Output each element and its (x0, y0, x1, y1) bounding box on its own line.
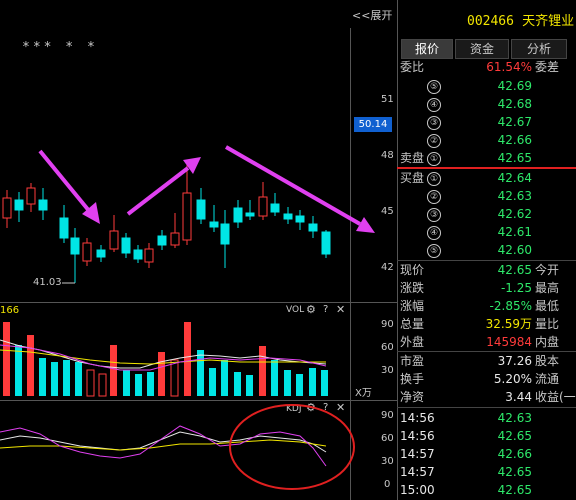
tick-row: 14:56 42.63 (397, 409, 576, 428)
tick-row: 14:56 42.65 (397, 427, 576, 446)
sell-row: ⑤ 42.69 (397, 77, 576, 96)
stat-label2: 内盘 (535, 335, 560, 349)
stat-label: 涨幅 (400, 299, 425, 313)
level-num: ② (427, 134, 441, 148)
sell-price: 42.65 (497, 151, 532, 165)
stat-label2: 收益(一 (535, 390, 576, 404)
sell-price: 42.68 (497, 97, 532, 111)
stat-row: 涨幅 -2.85% 最低 (397, 297, 576, 316)
stat-value: 3.44 (505, 390, 532, 404)
stat-label2: 股本 (535, 354, 560, 368)
tick-time: 14:57 (400, 447, 435, 461)
section-divider (397, 407, 576, 408)
level-num: ④ (427, 226, 441, 240)
tick-row: 14:57 42.65 (397, 463, 576, 482)
sell-price: 42.66 (497, 133, 532, 147)
sell-price: 42.69 (497, 79, 532, 93)
level-num: ③ (427, 208, 441, 222)
annotation-circle (229, 404, 355, 490)
weibi-row: 委比 61.54% 委差 (397, 58, 576, 77)
buy-price: 42.64 (497, 171, 532, 185)
tab-funds[interactable]: 资金 (455, 39, 509, 59)
stat-row: 外盘 145984 内盘 (397, 333, 576, 352)
stock-code: 002466 (467, 14, 514, 29)
weibi-label: 委比 (400, 60, 425, 74)
buy-row: ③ 42.62 (397, 205, 576, 224)
stat-label: 净资 (400, 390, 425, 404)
stat-value: 145984 (486, 335, 532, 349)
level-num: ② (427, 190, 441, 204)
buy-price: 42.62 (497, 207, 532, 221)
tick-price: 42.66 (497, 447, 532, 461)
tick-time: 14:56 (400, 429, 435, 443)
stat-label: 涨跌 (400, 281, 425, 295)
sell-price: 42.67 (497, 115, 532, 129)
stat-row: 市盈 37.26 股本 (397, 352, 576, 371)
tick-row: 14:57 42.66 (397, 445, 576, 464)
trend-arrows (38, 145, 375, 233)
stat-label: 换手 (400, 372, 425, 386)
buy-row: 买盘 ① 42.64 (397, 169, 576, 188)
buy-price: 42.63 (497, 189, 532, 203)
stat-row: 涨跌 -1.25 最高 (397, 279, 576, 298)
quote-panel: 002466 天齐锂业 报价 资金 分析 委比 61.54% 委差 ⑤ 42.6… (397, 0, 576, 500)
stat-label: 外盘 (400, 335, 425, 349)
buy-row: ⑤ 42.60 (397, 241, 576, 260)
tick-price: 42.65 (497, 465, 532, 479)
stat-label: 市盈 (400, 354, 425, 368)
kdj-lines (0, 425, 327, 467)
tick-price: 42.65 (497, 429, 532, 443)
stat-value: 5.20% (493, 372, 532, 386)
sell-row: 卖盘 ① 42.65 (397, 149, 576, 168)
stat-value: 32.59万 (485, 317, 532, 331)
stat-label2: 流通 (535, 372, 560, 386)
level-num: ① (427, 152, 441, 166)
stat-value: -1.25 (500, 281, 532, 295)
buy-price: 42.61 (497, 225, 532, 239)
stat-label2: 今开 (535, 263, 560, 277)
chart-graphics (0, 145, 375, 490)
tick-time: 14:57 (400, 465, 435, 479)
stat-row: 净资 3.44 收益(一 (397, 388, 576, 407)
tab-analysis[interactable]: 分析 (511, 39, 567, 59)
buy-label: 买盘 (400, 171, 425, 185)
sell-row: ③ 42.67 (397, 113, 576, 132)
tab-quote[interactable]: 报价 (401, 39, 453, 59)
tick-row: 15:00 42.65 (397, 481, 576, 500)
buy-row: ② 42.63 (397, 187, 576, 206)
sell-label: 卖盘 (400, 151, 425, 165)
stat-row: 总量 32.59万 量比 (397, 315, 576, 334)
buy-price: 42.60 (497, 243, 532, 257)
level-num: ⑤ (427, 80, 441, 94)
level-num: ③ (427, 116, 441, 130)
sell-row: ② 42.66 (397, 131, 576, 150)
chart-area[interactable]: <<展开 *** * * 51 48 45 42 50.14 166 VOL ⚙… (0, 0, 397, 500)
low-price-label: 41.03 (33, 277, 62, 288)
stat-label2: 最低 (535, 299, 560, 313)
stat-label: 现价 (400, 263, 425, 277)
weibi-value: 61.54% (486, 60, 532, 74)
stat-row: 换手 5.20% 流通 (397, 370, 576, 389)
stock-name: 天齐锂业 (522, 14, 575, 29)
stat-value: -2.85% (489, 299, 532, 313)
tick-time: 14:56 (400, 411, 435, 425)
stock-header: 002466 天齐锂业 (467, 10, 574, 29)
stat-label2: 最高 (535, 281, 560, 295)
sell-row: ④ 42.68 (397, 95, 576, 114)
level-num: ⑤ (427, 244, 441, 258)
level-num: ① (427, 172, 441, 186)
volume-bars (0, 322, 328, 397)
weicha-label: 委差 (535, 60, 560, 74)
candles (2, 163, 331, 283)
stat-value: 37.26 (497, 354, 532, 368)
stat-value: 42.65 (497, 263, 532, 277)
tick-time: 15:00 (400, 483, 435, 497)
level-num: ④ (427, 98, 441, 112)
tick-price: 42.63 (497, 411, 532, 425)
tick-price: 42.65 (497, 483, 532, 497)
stat-label2: 量比 (535, 317, 560, 331)
stat-row: 现价 42.65 今开 (397, 261, 576, 280)
buy-row: ④ 42.61 (397, 223, 576, 242)
stat-label: 总量 (400, 317, 425, 331)
